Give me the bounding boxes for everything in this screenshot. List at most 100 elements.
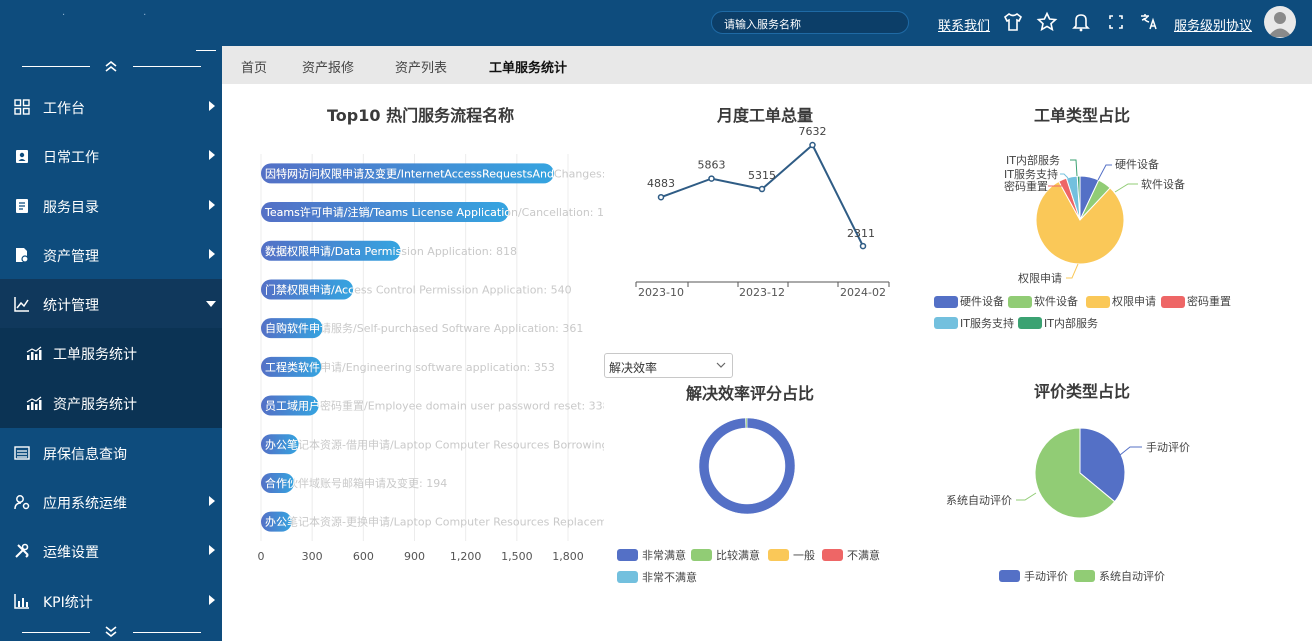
line-point (758, 185, 766, 193)
pie-slice-label: 软件设备 (1141, 177, 1185, 191)
divider (22, 66, 90, 67)
chevron-double-up-icon[interactable] (104, 60, 118, 72)
sidebar-item-label: 资产管理 (43, 249, 99, 265)
divider (196, 50, 216, 51)
tab-asset-repair[interactable]: 资产报修 (302, 57, 354, 76)
chevron-double-down-icon[interactable] (104, 626, 118, 638)
bar (261, 356, 322, 377)
line-data-label: 4883 (647, 177, 675, 190)
legend-swatch (1008, 296, 1032, 308)
divider (22, 632, 90, 633)
bar-data-label-inner: 办公笔记本资源-借用申请/Laptop Computer Resources B… (265, 437, 640, 451)
sidebar-item-label: 工作台 (43, 101, 85, 117)
x-tick-label: 2024-02 (840, 286, 886, 299)
x-tick-label: 1,800 (552, 550, 584, 563)
monthly-chart-title: 月度工单总量 (717, 106, 814, 125)
bar (261, 240, 401, 261)
bar-data-label-inner: 办公笔记本资源-更换申请/Laptop Computer Resources R… (265, 515, 643, 529)
bar-data-label-inner: 数据权限申请/Data Permission Application: 818 (265, 244, 517, 258)
legend-swatch (691, 549, 712, 561)
sidebar-item-label: KPI统计 (43, 595, 93, 611)
avatar[interactable] (1264, 6, 1296, 38)
legend-label: 非常不满意 (642, 570, 697, 584)
legend-swatch (1086, 296, 1110, 308)
legend-label: 非常满意 (642, 548, 686, 562)
bar (261, 202, 509, 223)
bar-data-label-inner: 自购软件申请服务/Self-purchased Software Applica… (265, 321, 583, 335)
legend-swatch (1018, 317, 1042, 329)
bell-icon[interactable] (1070, 11, 1092, 33)
bar-data-label-inner: 门禁权限申请/Access Control Permission Applica… (265, 282, 572, 296)
sidebar-subitem-asset-stats[interactable]: 资产服务统计 (0, 378, 222, 428)
x-tick-label: 0 (258, 550, 265, 563)
star-icon[interactable] (1036, 11, 1058, 33)
sidebar-item-asset-management[interactable]: 资产管理 (0, 230, 222, 279)
efficiency-filter-select[interactable]: 解决效率 (604, 353, 733, 378)
tab-ticket-stats[interactable]: 工单服务统计 (489, 57, 567, 76)
bar-data-label: 办公笔记本资源-更换申请/Laptop Computer Resources R… (265, 515, 643, 529)
sidebar-item-workbench[interactable]: 工作台 (0, 82, 222, 131)
contact-us-link[interactable]: 联系我们 (938, 15, 990, 34)
sidebar-subitem-ticket-stats[interactable]: 工单服务统计 (0, 328, 222, 378)
top-bar: ·· 请输入服务名称 联系我们 服务级别协议 (0, 0, 1312, 46)
legend-label: 硬件设备 (960, 294, 1004, 308)
sidebar-item-statistics[interactable]: 统计管理 (0, 279, 222, 328)
pie-leader-line (1016, 492, 1037, 501)
pie-slice-label: 硬件设备 (1115, 157, 1159, 171)
translate-icon[interactable] (1138, 11, 1160, 33)
sidebar-item-label: 运维设置 (43, 545, 99, 561)
legend-label: 不满意 (847, 548, 880, 562)
pie-slice-label: 手动评价 (1146, 440, 1190, 454)
pie-slice (1065, 175, 1081, 221)
sidebar-item-label: 工单服务统计 (53, 347, 137, 363)
pie-slice-label: IT服务支持 (1004, 167, 1058, 181)
pie-leader-line (1070, 159, 1078, 177)
line-data-label: 7632 (799, 125, 827, 138)
sidebar-item-screensaver-query[interactable]: 屏保信息查询 (0, 428, 222, 477)
select-value: 解决效率 (609, 361, 658, 375)
bar-data-label: 门禁权限申请/Access Control Permission Applica… (265, 282, 572, 296)
bar-data-label: 员工域用户密码重置/Employee domain user password … (265, 399, 610, 413)
sidebar-item-service-catalog[interactable]: 服务目录 (0, 181, 222, 230)
pie-slice (1035, 180, 1125, 265)
bar (261, 279, 354, 300)
bar-group: 因特网访问权限申请及变更/InternetAccessRequestsAndCh… (261, 163, 643, 532)
bar-data-label: 自购软件申请服务/Self-purchased Software Applica… (265, 321, 583, 335)
sidebar-collapse-top[interactable] (0, 50, 222, 76)
legend-swatch (617, 571, 638, 583)
bar (261, 395, 319, 416)
fullscreen-icon[interactable] (1105, 11, 1127, 33)
chevron-right-icon (209, 545, 215, 555)
tab-asset-list[interactable]: 资产列表 (395, 57, 447, 76)
top10-chart-title: Top10 热门服务流程名称 (327, 106, 515, 125)
bar (261, 511, 292, 532)
sidebar-item-daily-work[interactable]: 日常工作 (0, 131, 222, 180)
shirt-icon[interactable] (1002, 11, 1024, 33)
ticket-type-chart-title: 工单类型占比 (1034, 106, 1131, 125)
sidebar-item-kpi[interactable]: KPI统计 (0, 576, 222, 625)
sla-link[interactable]: 服务级别协议 (1174, 15, 1252, 34)
bar-data-label-inner: 因特网访问权限申请及变更/InternetAccessRequestsAndCh… (265, 166, 637, 180)
bar-data-label: 合作伙伴域账号邮箱申请及变更: 194 (265, 476, 447, 490)
legend-swatch (1161, 296, 1185, 308)
legend-swatch (934, 296, 958, 308)
kpi-icon (14, 594, 29, 609)
line-data-label: 5863 (698, 159, 726, 172)
x-tick-label: 300 (302, 550, 323, 563)
line-point (708, 175, 715, 182)
bar-data-label: 工程类软件申请/Engineering software application… (265, 360, 555, 374)
line-data-label: 5315 (748, 169, 776, 182)
sidebar-collapse-bottom[interactable] (0, 622, 222, 642)
sidebar-item-ops-settings[interactable]: 运维设置 (0, 526, 222, 575)
sidebar: 工作台 日常工作 服务目录 资产管理 统计管理 工单服务统计 资产服务统计 屏保… (0, 46, 222, 641)
sidebar-item-app-ops[interactable]: 应用系统运维 (0, 477, 222, 526)
pie-slice-label: IT内部服务 (1006, 153, 1060, 167)
legend-label: IT内部服务 (1044, 316, 1098, 330)
tab-home[interactable]: 首页 (241, 57, 267, 76)
bar-chart-icon (26, 396, 42, 410)
search-input[interactable]: 请输入服务名称 (711, 11, 909, 34)
bar (261, 318, 323, 339)
chevron-right-icon (209, 496, 215, 506)
chevron-right-icon (209, 150, 215, 160)
chevron-down-icon (716, 362, 726, 368)
